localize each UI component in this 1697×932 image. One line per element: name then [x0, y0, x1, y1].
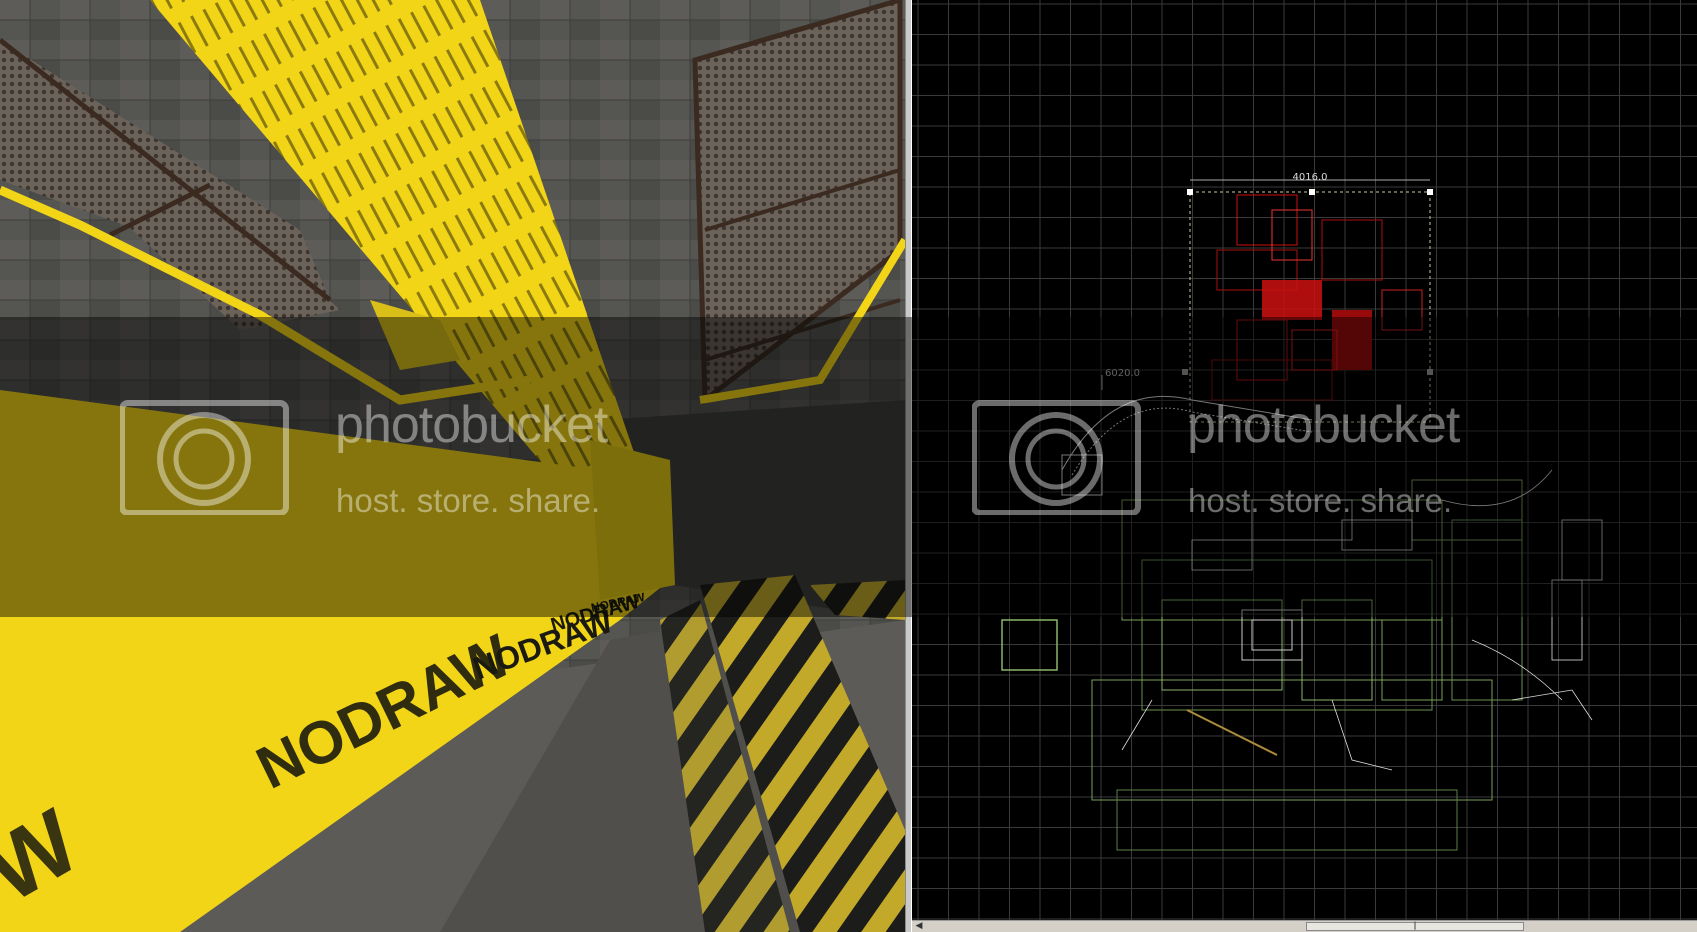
- selection-handle[interactable]: [1187, 189, 1193, 195]
- scroll-left-arrow-icon[interactable]: ◀: [912, 921, 926, 932]
- 3d-scene: NODRAW NODRAW NODRAW NODRAW W: [0, 0, 905, 932]
- selection-handle[interactable]: [1427, 369, 1433, 375]
- isolated-brush: [1001, 619, 1058, 671]
- selected-brushes[interactable]: [1211, 194, 1423, 401]
- map-geometry: 4016.0 6020.0: [1001, 172, 1603, 851]
- viewport-splitter[interactable]: [905, 0, 912, 932]
- world-brushes: [1001, 479, 1523, 851]
- selection-handle[interactable]: [1182, 369, 1188, 375]
- scrollbar-thumb[interactable]: ║: [1306, 922, 1524, 931]
- 2d-top-viewport[interactable]: 4016.0 6020.0 ◀ ║: [912, 0, 1697, 932]
- dimension-height-label: 6020.0: [1105, 368, 1140, 379]
- tan-brush: [1186, 709, 1278, 756]
- selection-handle[interactable]: [1309, 189, 1315, 195]
- selection-handle[interactable]: [1427, 189, 1433, 195]
- horizontal-scrollbar[interactable]: ◀ ║: [912, 920, 1697, 932]
- dimension-width-label: 4016.0: [1293, 172, 1328, 183]
- 3d-camera-viewport[interactable]: NODRAW NODRAW NODRAW NODRAW W: [0, 0, 905, 932]
